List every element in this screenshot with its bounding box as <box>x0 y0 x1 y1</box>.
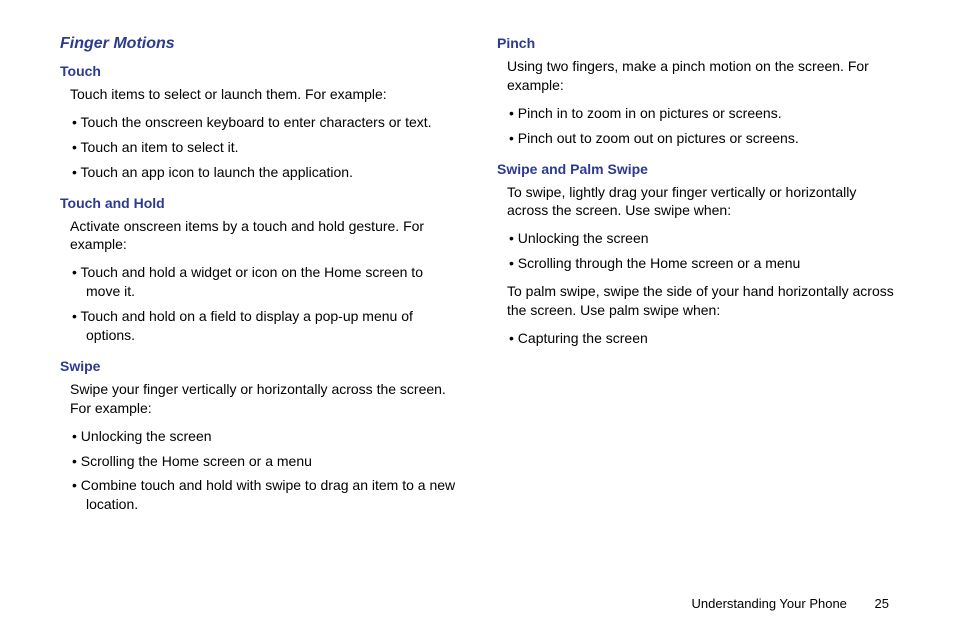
touch-list: Touch the onscreen keyboard to enter cha… <box>72 110 457 185</box>
list-item-text: Touch an app icon to launch the applicat… <box>81 164 353 180</box>
list-item-text: Pinch out to zoom out on pictures or scr… <box>518 130 799 146</box>
list-item-text: Touch and hold a widget or icon on the H… <box>81 264 423 299</box>
list-item-text: Scrolling through the Home screen or a m… <box>518 255 800 271</box>
list-item: Combine touch and hold with swipe to dra… <box>72 473 457 517</box>
touch-hold-intro: Activate onscreen items by a touch and h… <box>70 217 457 255</box>
swipe-palm-intro1: To swipe, lightly drag your finger verti… <box>507 183 894 221</box>
list-item-text: Touch the onscreen keyboard to enter cha… <box>81 114 432 130</box>
page-footer: Understanding Your Phone 25 <box>692 596 890 611</box>
swipe-palm-list1: Unlocking the screen Scrolling through t… <box>509 226 894 276</box>
touch-intro: Touch items to select or launch them. Fo… <box>70 85 457 104</box>
touch-hold-heading: Touch and Hold <box>60 195 457 211</box>
list-item: Scrolling the Home screen or a menu <box>72 449 457 474</box>
list-item-text: Touch an item to select it. <box>81 139 239 155</box>
list-item-text: Capturing the screen <box>518 330 648 346</box>
pinch-heading: Pinch <box>497 35 894 51</box>
list-item: Pinch in to zoom in on pictures or scree… <box>509 101 894 126</box>
list-item: Touch an app icon to launch the applicat… <box>72 160 457 185</box>
list-item-text: Unlocking the screen <box>81 428 212 444</box>
swipe-palm-list2: Capturing the screen <box>509 326 894 351</box>
swipe-palm-heading: Swipe and Palm Swipe <box>497 161 894 177</box>
section-title: Finger Motions <box>60 35 457 53</box>
swipe-list: Unlocking the screen Scrolling the Home … <box>72 424 457 518</box>
list-item-text: Touch and hold on a field to display a p… <box>81 308 413 343</box>
list-item: Touch an item to select it. <box>72 135 457 160</box>
touch-hold-list: Touch and hold a widget or icon on the H… <box>72 260 457 348</box>
swipe-intro: Swipe your finger vertically or horizont… <box>70 380 457 418</box>
footer-title: Understanding Your Phone <box>692 596 847 611</box>
list-item: Touch and hold a widget or icon on the H… <box>72 260 457 304</box>
list-item-text: Combine touch and hold with swipe to dra… <box>81 477 455 512</box>
swipe-section: Swipe Swipe your finger vertically or ho… <box>60 358 457 517</box>
pinch-list: Pinch in to zoom in on pictures or scree… <box>509 101 894 151</box>
list-item: Scrolling through the Home screen or a m… <box>509 251 894 276</box>
page-content: Finger Motions Touch Touch items to sele… <box>0 0 954 585</box>
footer-page-number: 25 <box>875 596 889 611</box>
list-item: Touch the onscreen keyboard to enter cha… <box>72 110 457 135</box>
list-item: Capturing the screen <box>509 326 894 351</box>
list-item: Touch and hold on a field to display a p… <box>72 304 457 348</box>
list-item-text: Scrolling the Home screen or a menu <box>81 453 312 469</box>
list-item: Unlocking the screen <box>72 424 457 449</box>
touch-heading: Touch <box>60 63 457 79</box>
touch-section: Touch Touch items to select or launch th… <box>60 63 457 185</box>
list-item-text: Unlocking the screen <box>518 230 649 246</box>
swipe-heading: Swipe <box>60 358 457 374</box>
list-item: Unlocking the screen <box>509 226 894 251</box>
swipe-palm-intro2: To palm swipe, swipe the side of your ha… <box>507 282 894 320</box>
swipe-palm-section: Swipe and Palm Swipe To swipe, lightly d… <box>497 161 894 351</box>
pinch-section: Pinch Using two fingers, make a pinch mo… <box>497 35 894 151</box>
touch-hold-section: Touch and Hold Activate onscreen items b… <box>60 195 457 348</box>
pinch-intro: Using two fingers, make a pinch motion o… <box>507 57 894 95</box>
list-item: Pinch out to zoom out on pictures or scr… <box>509 126 894 151</box>
list-item-text: Pinch in to zoom in on pictures or scree… <box>518 105 782 121</box>
